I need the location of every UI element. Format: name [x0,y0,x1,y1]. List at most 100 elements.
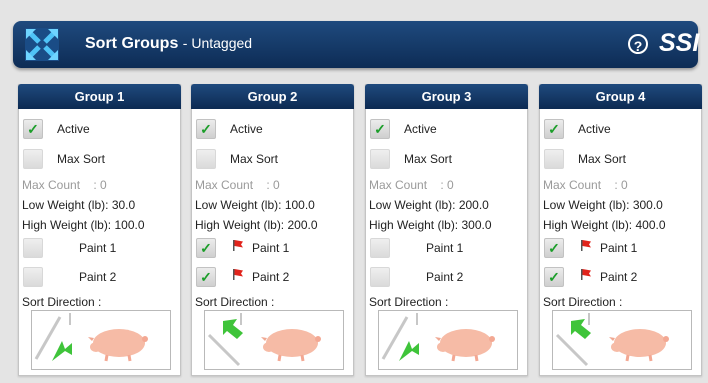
max-sort-row-group-3: Max Sort [366,147,527,171]
high-weight-label: High Weight (lb): [369,218,459,232]
sort-direction-label: Sort Direction : [543,295,623,309]
high-weight-row: High Weight (lb): 300.0 [369,218,492,232]
sort-direction-selector[interactable] [31,310,171,370]
active-label: Active [578,122,611,136]
low-weight-value[interactable]: 300.0 [633,198,663,212]
group-card-3: Group 3 ✓ Active Max Sort Max Count : 0 … [365,84,528,376]
active-checkbox-group-2[interactable]: ✓ [196,119,216,139]
sort-direction-label: Sort Direction : [369,295,449,309]
max-sort-checkbox-group-4[interactable] [544,149,564,169]
low-weight-value[interactable]: 30.0 [112,198,135,212]
paint2-checkbox-group-3[interactable] [370,267,390,287]
low-weight-label: Low Weight (lb): [369,198,456,212]
max-sort-checkbox-group-1[interactable] [23,149,43,169]
max-count-row: Max Count : 0 [195,178,280,192]
active-label: Active [230,122,263,136]
high-weight-value[interactable]: 100.0 [115,218,145,232]
crossing-arrows-logo-icon [25,28,59,61]
group-header: Group 2 [191,84,354,109]
paint1-row-group-4: ✓ Paint 1 [540,236,701,260]
sort-direction-selector[interactable] [552,310,692,370]
active-checkbox-group-1[interactable]: ✓ [23,119,43,139]
max-count-row: Max Count : 0 [22,178,107,192]
max-sort-checkbox-group-3[interactable] [370,149,390,169]
paint2-label: Paint 2 [426,270,464,284]
max-count-label: Max Count [195,178,254,192]
high-weight-value[interactable]: 400.0 [636,218,666,232]
low-weight-row: Low Weight (lb): 30.0 [22,198,135,212]
low-weight-label: Low Weight (lb): [22,198,109,212]
paint2-label: Paint 2 [79,270,117,284]
group-header: Group 3 [365,84,528,109]
sort-direction-arrow-icon [399,341,419,361]
active-row-group-4: ✓ Active [540,117,701,141]
max-count-value: : 0 [93,178,107,192]
paint2-checkbox-group-2[interactable]: ✓ [196,267,216,287]
paint-flag-icon [232,239,244,251]
paint2-label: Paint 2 [600,270,638,284]
high-weight-row: High Weight (lb): 200.0 [195,218,318,232]
paint-flag-icon [580,268,592,280]
sort-direction-selector[interactable] [204,310,344,370]
paint2-checkbox-group-1[interactable] [23,267,43,287]
active-row-group-2: ✓ Active [192,117,353,141]
low-weight-value[interactable]: 200.0 [459,198,489,212]
active-label: Active [57,122,90,136]
sort-direction-graphic [207,313,321,367]
app-header: Sort Groups - Untagged ? SSI [13,21,700,68]
active-row-group-1: ✓ Active [19,117,180,141]
high-weight-value[interactable]: 300.0 [462,218,492,232]
max-sort-row-group-1: Max Sort [19,147,180,171]
group-card-4: Group 4 ✓ Active Max Sort Max Count : 0 … [539,84,702,376]
paint1-checkbox-group-3[interactable] [370,238,390,258]
brand-logo: SSI [659,29,700,57]
paint1-row-group-3: Paint 1 [366,236,527,260]
max-count-label: Max Count [22,178,81,192]
sort-direction-selector[interactable] [378,310,518,370]
low-weight-row: Low Weight (lb): 100.0 [195,198,315,212]
group-header: Group 4 [539,84,702,109]
sort-direction-label: Sort Direction : [195,295,275,309]
paint2-row-group-3: Paint 2 [366,265,527,289]
low-weight-value[interactable]: 100.0 [285,198,315,212]
max-sort-checkbox-group-2[interactable] [196,149,216,169]
high-weight-value[interactable]: 200.0 [288,218,318,232]
max-sort-label: Max Sort [404,152,453,166]
active-label: Active [404,122,437,136]
paint1-label: Paint 1 [252,241,290,255]
max-sort-row-group-2: Max Sort [192,147,353,171]
paint2-row-group-4: ✓ Paint 2 [540,265,701,289]
paint1-checkbox-group-4[interactable]: ✓ [544,238,564,258]
low-weight-row: Low Weight (lb): 300.0 [543,198,663,212]
paint2-checkbox-group-4[interactable]: ✓ [544,267,564,287]
paint1-label: Paint 1 [426,241,464,255]
paint1-checkbox-group-1[interactable] [23,238,43,258]
max-sort-label: Max Sort [578,152,627,166]
paint1-row-group-1: Paint 1 [19,236,180,260]
help-icon[interactable]: ? [628,34,648,54]
max-count-label: Max Count [543,178,602,192]
sort-direction-graphic [34,313,148,362]
paint1-label: Paint 1 [79,241,117,255]
active-checkbox-group-4[interactable]: ✓ [544,119,564,139]
high-weight-label: High Weight (lb): [195,218,285,232]
max-count-row: Max Count : 0 [543,178,628,192]
high-weight-row: High Weight (lb): 400.0 [543,218,666,232]
paint2-row-group-2: ✓ Paint 2 [192,265,353,289]
sort-direction-graphic [555,313,669,367]
max-count-value: : 0 [614,178,628,192]
paint1-checkbox-group-2[interactable]: ✓ [196,238,216,258]
max-count-value: : 0 [266,178,280,192]
title-text: Sort Groups [85,35,179,52]
high-weight-label: High Weight (lb): [543,218,633,232]
low-weight-label: Low Weight (lb): [543,198,630,212]
high-weight-label: High Weight (lb): [22,218,112,232]
paint1-row-group-2: ✓ Paint 1 [192,236,353,260]
max-sort-label: Max Sort [230,152,279,166]
max-count-label: Max Count [369,178,428,192]
active-checkbox-group-3[interactable]: ✓ [370,119,390,139]
group-header: Group 1 [18,84,181,109]
sort-direction-graphic [381,313,495,362]
sort-direction-arrow-icon [52,341,72,361]
paint-flag-icon [232,268,244,280]
